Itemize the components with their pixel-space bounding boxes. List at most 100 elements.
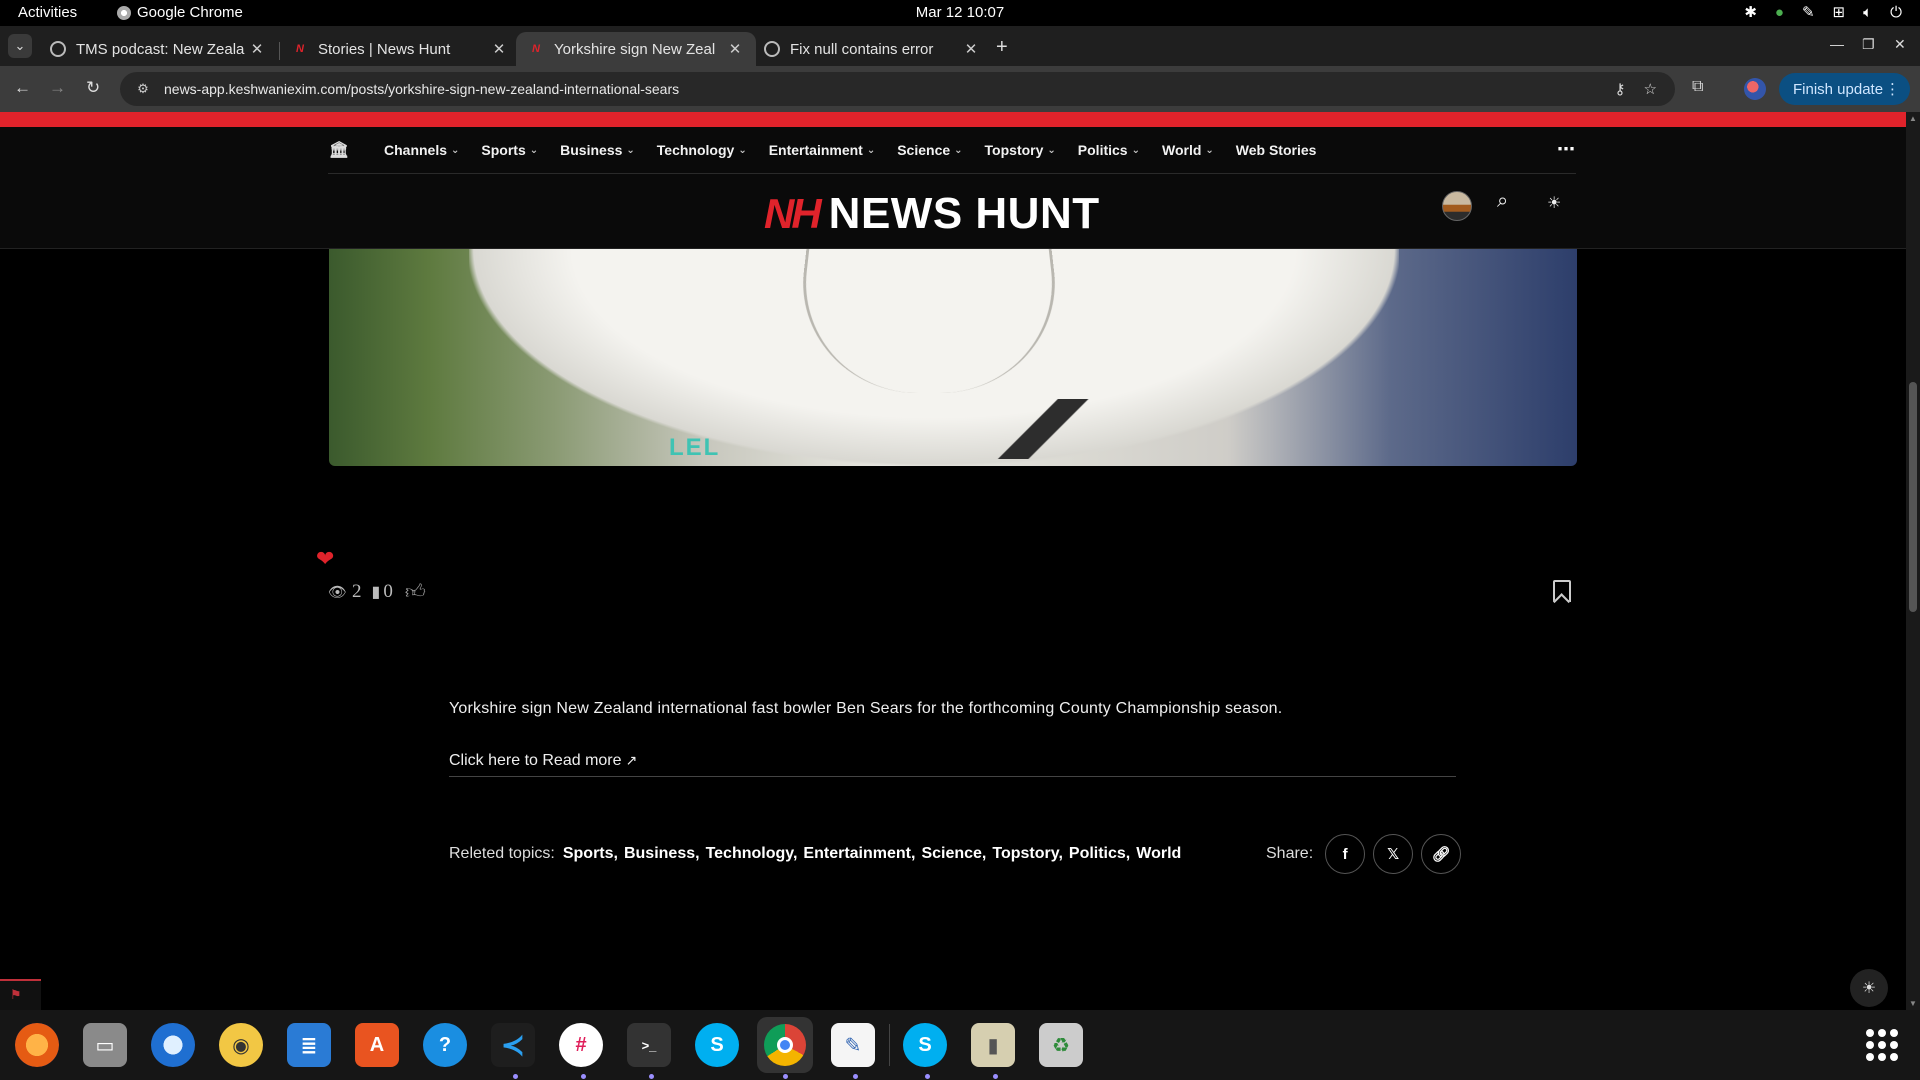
- tab-stories-news-hunt[interactable]: N Stories | News Hunt ✕: [280, 32, 520, 66]
- network-icon[interactable]: ⊞: [1833, 3, 1846, 21]
- chrome-dock-button[interactable]: [757, 1017, 813, 1073]
- chevron-down-icon: ⌄: [626, 144, 635, 156]
- floating-theme-toggle-icon[interactable]: ☀: [1850, 969, 1888, 1007]
- page-scrollbar[interactable]: ▲ ▼: [1906, 112, 1920, 1010]
- minimize-icon[interactable]: —: [1830, 36, 1844, 52]
- scroll-down-icon[interactable]: ▼: [1909, 999, 1917, 1008]
- files-icon[interactable]: ▭: [83, 1023, 127, 1067]
- nav-label: Science: [897, 142, 951, 158]
- text-editor-icon[interactable]: ✎: [831, 1023, 875, 1067]
- system-tray[interactable]: ✱ ● ✎ ⊞ 🔈︎ ⏻: [1744, 3, 1902, 22]
- home-icon[interactable]: 🏛︎: [328, 140, 350, 160]
- rhythmbox-icon[interactable]: ◉: [219, 1023, 263, 1067]
- link-icon[interactable]: 🔗︎: [1421, 834, 1462, 874]
- like-icon[interactable]: 👍︎: [405, 580, 426, 604]
- topic-link[interactable]: Business,: [624, 845, 700, 863]
- close-tab-icon[interactable]: ✕: [248, 40, 266, 58]
- libreoffice-writer-icon[interactable]: ≣: [287, 1023, 331, 1067]
- skype-icon[interactable]: S: [695, 1023, 739, 1067]
- bookmark-star-icon[interactable]: ☆: [1644, 80, 1657, 98]
- search-icon[interactable]: ⌕: [1497, 190, 1508, 213]
- show-apps-grid-icon[interactable]: [1866, 1029, 1898, 1061]
- logo-mark: NH: [764, 190, 822, 237]
- nav-entertainment[interactable]: Entertainment ⌄: [769, 142, 876, 158]
- topic-link[interactable]: Science,: [921, 845, 986, 863]
- kebab-menu-icon[interactable]: ⋮: [1885, 80, 1900, 98]
- scroll-up-icon[interactable]: ▲: [1909, 114, 1917, 123]
- site-info-icon[interactable]: ⚙: [128, 81, 158, 97]
- tab-title: Yorkshire sign New Zeal: [554, 40, 716, 58]
- tab-tms-podcast[interactable]: TMS podcast: New Zeala ✕: [38, 32, 278, 66]
- nav-technology[interactable]: Technology ⌄: [657, 142, 747, 158]
- nav-politics[interactable]: Politics ⌄: [1078, 142, 1140, 158]
- nav-sports[interactable]: Sports ⌄: [481, 142, 538, 158]
- slack-tray-icon[interactable]: ✱: [1744, 3, 1757, 21]
- url-text[interactable]: news-app.keshwaniexim.com/posts/yorkshir…: [164, 81, 679, 97]
- bookmark-icon[interactable]: [1553, 580, 1571, 602]
- app-menu[interactable]: Google Chrome: [117, 4, 243, 21]
- tab-fix-null-error[interactable]: Fix null contains error ✕: [752, 32, 992, 66]
- reload-icon[interactable]: ↻: [86, 78, 100, 98]
- close-window-icon[interactable]: ✕: [1894, 36, 1906, 53]
- hero-sponsor-logo: LEL: [669, 434, 721, 461]
- forward-icon[interactable]: →: [49, 78, 66, 98]
- extensions-icon[interactable]: ⧉: [1692, 78, 1703, 96]
- nav-science[interactable]: Science ⌄: [897, 142, 962, 158]
- site-logo[interactable]: NH NEWS HUNT: [764, 189, 1100, 239]
- close-tab-icon[interactable]: ✕: [962, 40, 980, 58]
- close-tab-icon[interactable]: ✕: [490, 40, 508, 58]
- skype-icon[interactable]: S: [903, 1023, 947, 1067]
- nav-channels[interactable]: Channels ⌄: [384, 142, 459, 158]
- topic-link[interactable]: Politics,: [1069, 845, 1130, 863]
- slack-icon[interactable]: #: [559, 1023, 603, 1067]
- x-icon[interactable]: 𝕏: [1373, 834, 1414, 874]
- topic-link[interactable]: Entertainment,: [803, 845, 915, 863]
- related-topics-label: Releted topics:: [449, 845, 555, 862]
- pen-tray-icon[interactable]: ✎: [1802, 3, 1815, 21]
- article-summary: Yorkshire sign New Zealand international…: [449, 700, 1283, 717]
- read-more-label: Click here to Read more: [449, 752, 622, 769]
- firefox-icon[interactable]: [15, 1023, 59, 1067]
- finish-update-button[interactable]: Finish update ⋮: [1779, 73, 1910, 105]
- terminal-icon[interactable]: >_: [627, 1023, 671, 1067]
- power-icon[interactable]: ⏻: [1890, 4, 1902, 21]
- topic-link[interactable]: World: [1136, 845, 1181, 863]
- vscode-icon[interactable]: ≺: [491, 1023, 535, 1067]
- theme-toggle-icon[interactable]: ☀: [1547, 193, 1561, 213]
- read-more-link[interactable]: Click here to Read more ↗: [449, 752, 1456, 777]
- topic-link[interactable]: Sports,: [563, 845, 618, 863]
- tab-search-button[interactable]: ⌄: [8, 34, 32, 58]
- thunderbird-icon[interactable]: [151, 1023, 195, 1067]
- nav-web-stories[interactable]: Web Stories: [1236, 142, 1317, 158]
- nav-business[interactable]: Business ⌄: [560, 142, 635, 158]
- clock[interactable]: Mar 12 10:07: [0, 4, 1920, 21]
- nav-topstory[interactable]: Topstory ⌄: [985, 142, 1056, 158]
- nav-label: Entertainment: [768, 142, 863, 158]
- nav-world[interactable]: World ⌄: [1162, 142, 1214, 158]
- scrollbar-thumb[interactable]: [1909, 382, 1917, 612]
- maximize-icon[interactable]: ❐: [1862, 36, 1875, 53]
- volume-icon[interactable]: 🔈︎: [1863, 4, 1872, 21]
- debug-toolbar-icon[interactable]: ⚑: [0, 979, 41, 1010]
- profile-avatar[interactable]: [1744, 78, 1766, 100]
- activities-button[interactable]: Activities: [18, 4, 77, 21]
- facebook-icon[interactable]: f: [1325, 834, 1366, 874]
- app-center-icon[interactable]: A: [355, 1023, 399, 1067]
- update-tray-icon[interactable]: ●: [1775, 4, 1784, 21]
- tab-yorkshire-sign[interactable]: N Yorkshire sign New Zeal ✕: [516, 32, 756, 66]
- topic-link[interactable]: Technology,: [706, 845, 798, 863]
- password-key-icon[interactable]: ⚷: [1615, 80, 1626, 98]
- trash-icon[interactable]: ♻: [1039, 1023, 1083, 1067]
- heart-reaction-icon[interactable]: ❤: [316, 546, 334, 572]
- archive-manager-icon[interactable]: ▮: [971, 1023, 1015, 1067]
- user-avatar[interactable]: [1442, 191, 1472, 221]
- topic-link[interactable]: Topstory,: [992, 845, 1063, 863]
- address-bar[interactable]: ⚙ news-app.keshwaniexim.com/posts/yorksh…: [120, 72, 1675, 106]
- close-tab-icon[interactable]: ✕: [726, 40, 744, 58]
- views-icon: 👁︎: [328, 584, 348, 601]
- back-icon[interactable]: ←: [14, 78, 31, 98]
- help-icon[interactable]: ?: [423, 1023, 467, 1067]
- views-count: 2: [352, 581, 362, 602]
- more-menu-icon[interactable]: ⋯: [1557, 139, 1576, 160]
- new-tab-button[interactable]: +: [996, 36, 1008, 59]
